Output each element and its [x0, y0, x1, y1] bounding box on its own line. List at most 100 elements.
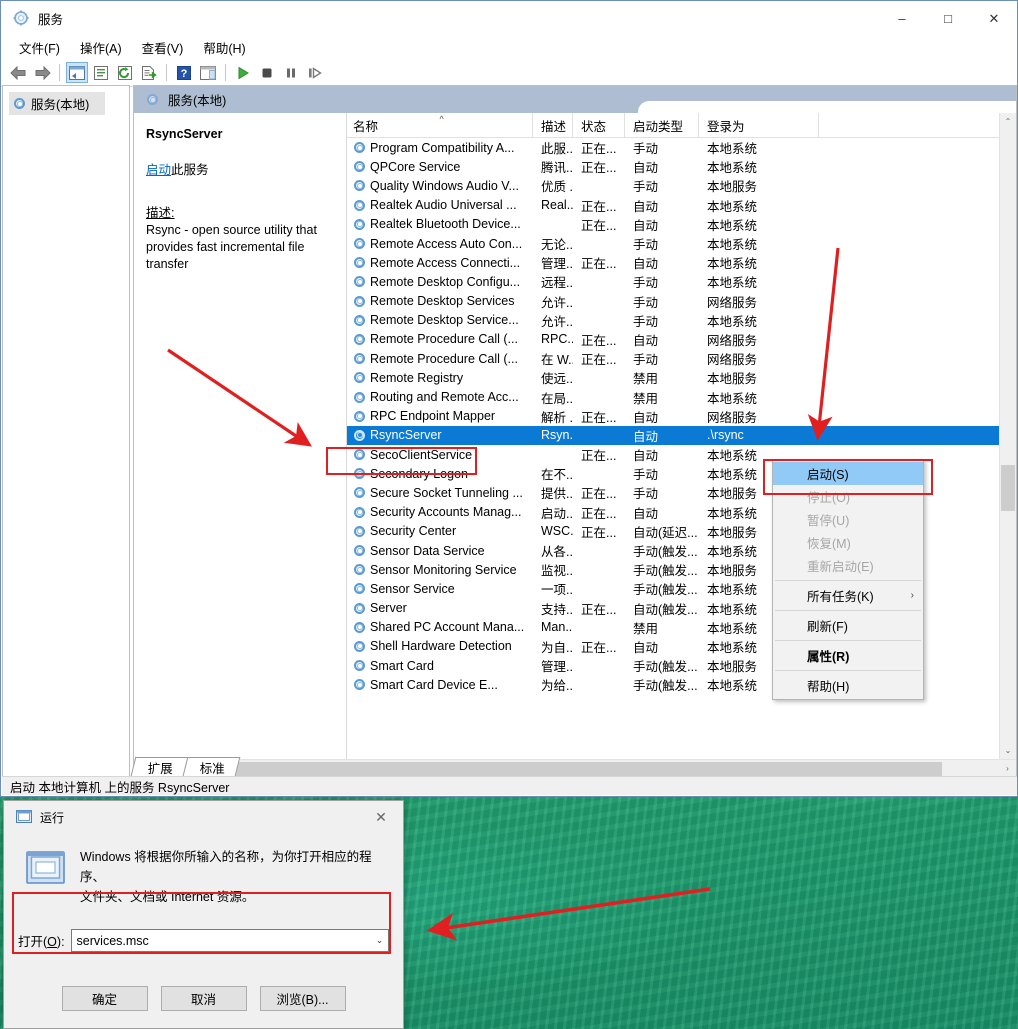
tree-item-services-local[interactable]: 服务(本地)	[9, 92, 105, 115]
context-menu-item[interactable]: 刷新(F)	[773, 614, 923, 637]
context-menu-item[interactable]: 属性(R)	[773, 644, 923, 667]
table-row[interactable]: Routing and Remote Acc... 在局... 禁用 本地系统	[347, 387, 1016, 406]
stop-service-icon[interactable]	[256, 62, 278, 83]
cell-startup-type: 手动	[633, 468, 659, 483]
tab-standard-label: 标准	[199, 761, 225, 776]
cell-log-on-as: 网络服务	[707, 410, 758, 425]
cancel-button[interactable]: 取消	[160, 986, 247, 1011]
cell-name-label: Secondary Logon	[370, 466, 468, 481]
list-horizontal-scrollbar[interactable]: ‹ ›	[134, 759, 1016, 777]
cell-name: Realtek Bluetooth Device...	[347, 217, 533, 231]
context-menu-item[interactable]: 所有任务(K) ›	[773, 584, 923, 607]
toolbar-separator	[225, 64, 226, 81]
services-gear-icon	[353, 429, 366, 442]
table-row[interactable]: Remote Desktop Configu... 远程... 手动 本地系统	[347, 272, 1016, 291]
context-menu-item[interactable]: 启动(S)	[773, 462, 923, 485]
show-hide-action-pane-icon[interactable]	[197, 62, 219, 83]
horizontal-scroll-thumb[interactable]	[152, 761, 942, 776]
run-dialog-open-row: 打开(O): ⌄	[4, 929, 403, 952]
ok-button[interactable]: 确定	[61, 986, 148, 1011]
menu-separator	[775, 670, 921, 671]
cell-name: Remote Procedure Call (...	[347, 352, 533, 366]
tree-item-label: 服务(本地)	[31, 98, 90, 112]
show-hide-console-tree-icon[interactable]	[66, 62, 88, 83]
table-row[interactable]: Program Compatibility A... 此服... 正在... 手动 本地…	[347, 138, 1016, 157]
table-row[interactable]: Remote Procedure Call (... 在 W... 正在... 手动 网…	[347, 349, 1016, 368]
table-row[interactable]: Remote Access Connecti... 管理... 正在... 自动 本地系…	[347, 253, 1016, 272]
table-row[interactable]: Remote Access Auto Con... 无论... 手动 本地系统	[347, 234, 1016, 253]
cell-name: Remote Desktop Configu...	[347, 275, 533, 289]
cell-name-label: Server	[370, 601, 407, 616]
context-menu-item[interactable]: 帮助(H)	[773, 674, 923, 697]
run-open-input[interactable]	[71, 932, 371, 949]
properties-icon[interactable]	[90, 62, 112, 83]
table-row[interactable]: Realtek Audio Universal ... Real... 正在... 自…	[347, 196, 1016, 215]
scroll-up-button[interactable]: ⌃	[1000, 113, 1016, 130]
status-bar-text: 启动 本地计算机 上的服务 RsyncServer	[10, 780, 230, 795]
menu-help[interactable]: 帮助(H)	[193, 35, 255, 60]
start-service-link-suffix: 此服务	[171, 163, 209, 177]
column-header-status[interactable]: 状态	[573, 113, 625, 137]
table-row[interactable]: Remote Desktop Services 允许... 手动 网络服务	[347, 292, 1016, 311]
column-header-startup-type[interactable]: 启动类型	[625, 113, 699, 137]
restart-service-icon[interactable]	[304, 62, 326, 83]
table-row[interactable]: Realtek Bluetooth Device... 正在... 自动 本地系统	[347, 215, 1016, 234]
run-open-combobox[interactable]: ⌄	[70, 929, 389, 952]
cell-description: Real...	[541, 198, 573, 213]
view-tabs: 扩展 标准	[130, 756, 241, 776]
services-gear-icon	[353, 448, 366, 461]
column-header-name[interactable]: 名称 ^	[347, 113, 533, 137]
run-dialog-open-label: 打开(O):	[18, 931, 65, 950]
context-menu-item-label: 所有任务(K)	[807, 590, 874, 604]
menu-action[interactable]: 操作(A)	[70, 35, 132, 60]
table-row[interactable]: QPCore Service 腾讯... 正在... 自动 本地系统	[347, 157, 1016, 176]
services-gear-icon	[353, 275, 366, 288]
chevron-down-icon[interactable]: ⌄	[371, 935, 388, 946]
browse-button[interactable]: 浏览(B)...	[259, 986, 346, 1011]
cell-name-label: Quality Windows Audio V...	[370, 178, 519, 193]
table-row[interactable]: RPC Endpoint Mapper 解析 ... 正在... 自动 网络服务	[347, 407, 1016, 426]
cell-name: Remote Access Auto Con...	[347, 237, 533, 251]
services-gear-icon	[353, 179, 366, 192]
run-dialog-description: Windows 将根据你所输入的名称，为你打开相应的程序、 文件夹、文档或 In…	[80, 847, 389, 907]
table-row[interactable]: Quality Windows Audio V... 优质 ... 手动 本地服务	[347, 176, 1016, 195]
export-list-icon[interactable]	[138, 62, 160, 83]
scroll-down-button[interactable]: ⌄	[1000, 742, 1016, 759]
services-gear-icon	[353, 582, 366, 595]
refresh-icon[interactable]	[114, 62, 136, 83]
column-header-description[interactable]: 描述	[533, 113, 573, 137]
maximize-button[interactable]: □	[925, 1, 971, 36]
list-vertical-scrollbar[interactable]: ⌃ ⌄	[999, 113, 1016, 759]
minimize-button[interactable]: –	[879, 1, 925, 36]
table-row[interactable]: Remote Registry 使远... 禁用 本地服务	[347, 368, 1016, 387]
table-row[interactable]: Remote Desktop Service... 允许... 手动 本地系统	[347, 311, 1016, 330]
menu-view[interactable]: 查看(V)	[132, 35, 194, 60]
start-service-icon[interactable]	[232, 62, 254, 83]
cell-startup-type: 禁用	[633, 391, 659, 406]
cell-log-on-as: .\rsync	[707, 428, 744, 443]
run-dialog-close-button[interactable]: ✕	[359, 801, 403, 833]
tab-standard[interactable]: 标准	[182, 757, 241, 776]
run-dialog-body: Windows 将根据你所输入的名称，为你打开相应的程序、 文件夹、文档或 In…	[4, 833, 403, 907]
pause-service-icon[interactable]	[280, 62, 302, 83]
table-row[interactable]: Remote Procedure Call (... RPC... 正在... 自动 网…	[347, 330, 1016, 349]
cell-log-on-as: 本地系统	[707, 218, 758, 233]
vertical-scroll-thumb[interactable]	[1001, 465, 1015, 511]
help-icon[interactable]: ?	[173, 62, 195, 83]
open-label-accesskey: O	[47, 935, 57, 949]
back-icon[interactable]	[7, 62, 29, 83]
table-row-selected[interactable]: RsyncServer Rsyn... 自动 .\rsync	[347, 425, 1016, 445]
close-button[interactable]: ✕	[971, 1, 1017, 36]
scroll-right-button[interactable]: ›	[999, 764, 1016, 773]
cell-status: 正在...	[581, 353, 617, 368]
column-header-log-on-as[interactable]: 登录为	[699, 113, 819, 137]
start-service-link[interactable]: 启动	[146, 163, 171, 177]
cell-name-label: Sensor Monitoring Service	[370, 562, 517, 577]
cell-description: Man...	[541, 620, 573, 635]
services-gear-icon	[353, 678, 366, 691]
forward-icon[interactable]	[31, 62, 53, 83]
cell-description: 支持...	[541, 602, 573, 617]
menu-file[interactable]: 文件(F)	[9, 35, 70, 60]
cell-name: Shell Hardware Detection	[347, 639, 533, 653]
tab-extended[interactable]: 扩展	[130, 757, 189, 776]
